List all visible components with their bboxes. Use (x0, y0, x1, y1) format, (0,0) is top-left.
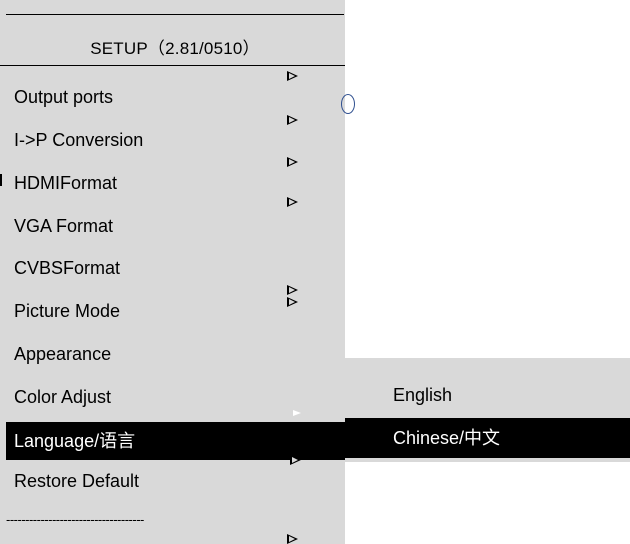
ring-cursor-icon (341, 94, 355, 114)
triangle-right-icon (290, 455, 301, 465)
menu-item-hdmi-format[interactable]: HDMIFormat (0, 166, 345, 200)
menu-title: SETUP（2.81/0510） (90, 39, 260, 58)
language-submenu-panel: English Chinese/中文 (345, 358, 630, 462)
triangle-right-icon (293, 410, 301, 416)
edge-mark (0, 174, 2, 186)
triangle-right-icon (287, 285, 298, 295)
menu-item-cvbs-format[interactable]: CVBSFormat (0, 251, 345, 285)
menu-item-output-ports[interactable]: Output ports (0, 80, 345, 114)
menu-bottom-divider: ------------------------------------ (6, 512, 144, 527)
setup-menu-panel: SETUP（2.81/0510） Output ports I->P Conve… (0, 0, 345, 544)
menu-title-divider (0, 65, 345, 66)
triangle-right-icon (287, 534, 298, 544)
triangle-right-icon (287, 197, 298, 207)
menu-item-ip-conversion[interactable]: I->P Conversion (0, 123, 345, 157)
menu-top-divider (6, 14, 344, 15)
triangle-right-icon (287, 297, 298, 307)
menu-item-vga-format[interactable]: VGA Format (0, 209, 345, 243)
triangle-right-icon (287, 71, 298, 81)
menu-item-color-adjust[interactable]: Color Adjust (0, 380, 345, 414)
submenu-item-english[interactable]: English (345, 375, 630, 415)
triangle-right-icon (287, 115, 298, 125)
triangle-right-icon (287, 157, 298, 167)
menu-item-restore-default[interactable]: Restore Default (0, 464, 345, 498)
menu-item-appearance[interactable]: Appearance (0, 337, 345, 371)
submenu-item-chinese[interactable]: Chinese/中文 (345, 418, 630, 458)
